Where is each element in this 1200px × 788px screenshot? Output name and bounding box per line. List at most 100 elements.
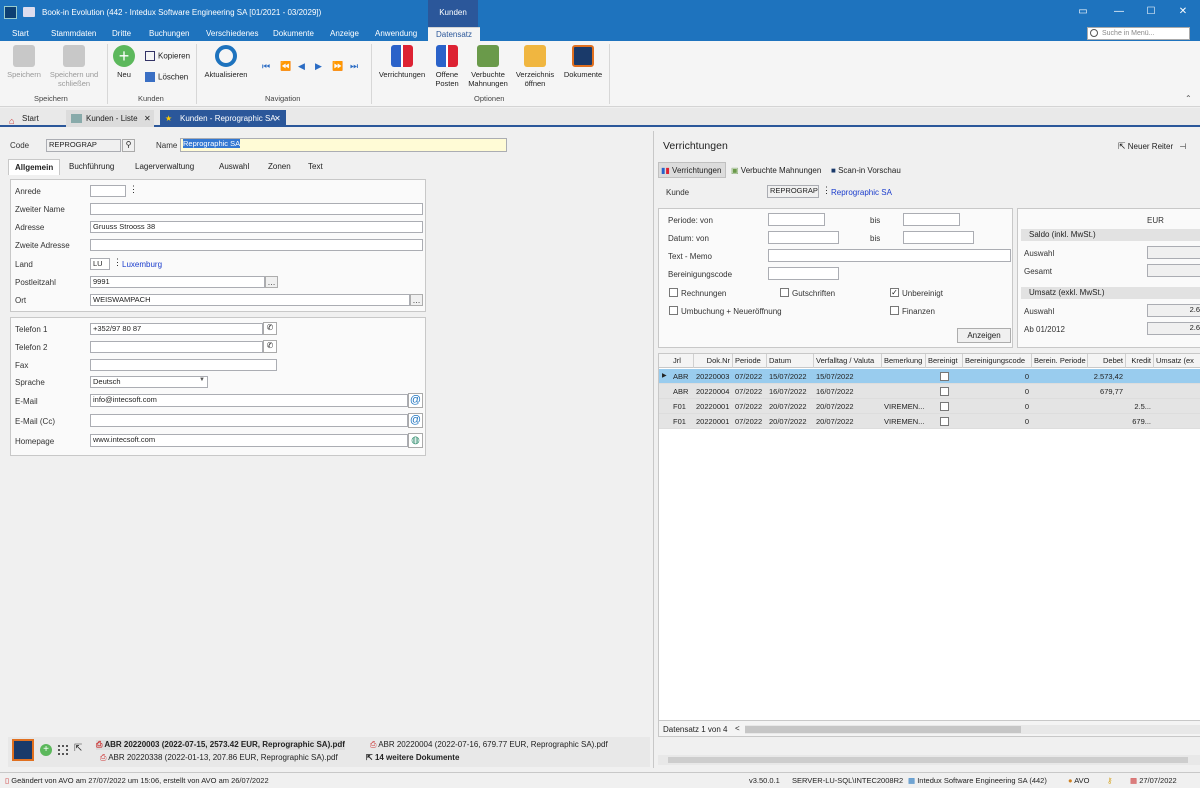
- tab-zonen[interactable]: Zonen: [268, 159, 291, 175]
- close-button[interactable]: ✕: [1176, 5, 1190, 19]
- email-icon[interactable]: @: [408, 393, 423, 408]
- prev-record-icon[interactable]: <: [735, 724, 740, 733]
- col-header-kredit[interactable]: Kredit: [1126, 354, 1154, 368]
- copy-button[interactable]: Kopieren: [145, 51, 190, 63]
- col-header-valuta[interactable]: Verfalltag / Valuta: [814, 354, 882, 368]
- restore-layout-icon[interactable]: ▭: [1076, 5, 1090, 19]
- phone-icon[interactable]: ✆: [263, 322, 277, 335]
- close-tab-icon[interactable]: ✕: [144, 110, 151, 127]
- sprache-select[interactable]: Deutsch: [90, 376, 208, 388]
- anrede-more-icon[interactable]: ⋮: [129, 184, 138, 195]
- new-tab-button[interactable]: ⇱ Neuer Reiter ⊣: [1118, 141, 1186, 152]
- print-icon[interactable]: [23, 7, 35, 17]
- umbuchung-checkbox[interactable]: [669, 306, 678, 315]
- scan-icon[interactable]: [12, 739, 34, 761]
- finanzen-checkbox[interactable]: [890, 306, 899, 315]
- gutschriften-checkbox[interactable]: [780, 288, 789, 297]
- doc-tab-customers-list[interactable]: Kunden - Liste ✕: [66, 110, 154, 127]
- open-folder-button[interactable]: Verzeichnis öffnen: [513, 45, 557, 88]
- kunde-code-field[interactable]: REPROGRAP: [767, 185, 819, 198]
- maximize-button[interactable]: ☐: [1144, 5, 1158, 19]
- emailcc-field[interactable]: [90, 414, 408, 427]
- col-header-debet[interactable]: Debet: [1088, 354, 1126, 368]
- code-field[interactable]: REPROGRAP: [46, 139, 121, 152]
- save-button[interactable]: Speichern: [6, 45, 42, 79]
- tab-start[interactable]: Start: [12, 27, 29, 41]
- transactions-button[interactable]: Verrichtungen: [377, 45, 427, 79]
- unbereinigt-checkbox[interactable]: ✓: [890, 288, 899, 297]
- date-label[interactable]: ▦ 27/07/2022: [1130, 776, 1177, 785]
- ort-lookup-button[interactable]: …: [410, 294, 423, 306]
- col-header-berein-periode[interactable]: Berein. Periode: [1032, 354, 1088, 368]
- tel2-field[interactable]: [90, 341, 263, 353]
- homepage-field[interactable]: www.intecsoft.com: [90, 434, 408, 447]
- refresh-button[interactable]: Aktualisieren: [203, 45, 249, 79]
- tel1-field[interactable]: +352/97 80 87: [90, 323, 263, 335]
- col-header-jrl[interactable]: Jrl: [671, 354, 694, 368]
- prev-page-icon[interactable]: ⏪: [280, 61, 291, 72]
- first-record-icon[interactable]: ⏮: [262, 61, 270, 72]
- datum-to-field[interactable]: [903, 231, 974, 244]
- attachment-item[interactable]: ⎙ ABR 20220004 (2022-07-16, 679.77 EUR, …: [370, 740, 608, 750]
- save-close-button[interactable]: Speichern und schließen: [46, 45, 102, 88]
- qr-icon[interactable]: [58, 745, 68, 755]
- rechnungen-checkbox[interactable]: [669, 288, 678, 297]
- fax-field[interactable]: [90, 359, 277, 371]
- tab-anzeige[interactable]: Anzeige: [330, 27, 359, 41]
- zweite-adresse-field[interactable]: [90, 239, 423, 251]
- bereinigt-checkbox[interactable]: [940, 402, 949, 411]
- table-row[interactable]: F01 20220001 07/2022 20/07/2022 20/07/20…: [659, 414, 1200, 429]
- tab-anwendung[interactable]: Anwendung: [375, 27, 417, 41]
- last-record-icon[interactable]: ⏭: [350, 61, 358, 72]
- col-header-umsatz[interactable]: Umsatz (ex: [1154, 354, 1200, 368]
- horizontal-scrollbar[interactable]: [745, 725, 1200, 734]
- next-record-icon[interactable]: ▶: [315, 61, 322, 72]
- tab-allgemein[interactable]: Allgemein: [8, 159, 61, 175]
- collapse-ribbon-icon[interactable]: ⌃: [1185, 94, 1192, 103]
- tab-dokumente[interactable]: Dokumente: [273, 27, 314, 41]
- app-icon[interactable]: [4, 6, 17, 19]
- email-icon[interactable]: @: [408, 413, 423, 428]
- table-row[interactable]: F01 20220001 07/2022 20/07/2022 20/07/20…: [659, 399, 1200, 414]
- periode-from-field[interactable]: [768, 213, 825, 226]
- doc-tab-start[interactable]: ⌂ Start: [6, 110, 39, 127]
- close-tab-icon[interactable]: ✕: [274, 110, 281, 127]
- user-label[interactable]: ● AVO: [1068, 776, 1090, 785]
- next-page-icon[interactable]: ⏩: [332, 61, 343, 72]
- plz-field[interactable]: 9991: [90, 276, 265, 288]
- sub-tab-scan-vorschau[interactable]: ■ Scan-in Vorschau: [831, 163, 901, 179]
- menu-search-input[interactable]: Suche in Menü...: [1087, 27, 1190, 40]
- tab-text[interactable]: Text: [308, 159, 323, 175]
- scrollbar-thumb[interactable]: [745, 726, 1021, 733]
- kunde-name-link[interactable]: Reprographic SA: [831, 188, 892, 197]
- land-more-icon[interactable]: ⋮: [113, 257, 122, 268]
- anrede-field[interactable]: [90, 185, 126, 197]
- tab-auswahl[interactable]: Auswahl: [219, 159, 249, 175]
- tab-datensatz[interactable]: Datensatz: [428, 27, 481, 41]
- show-button[interactable]: Anzeigen: [957, 328, 1011, 343]
- ort-field[interactable]: WEISWAMPACH: [90, 294, 410, 306]
- col-header-bereinigt[interactable]: Bereinigt: [926, 354, 963, 368]
- email-field[interactable]: info@intecsoft.com: [90, 394, 408, 407]
- phone-icon[interactable]: ✆: [263, 340, 277, 353]
- key-icon[interactable]: ⚷: [1107, 776, 1113, 785]
- col-header-doknr[interactable]: Dok.Nr: [694, 354, 733, 368]
- add-document-icon[interactable]: +: [40, 744, 52, 756]
- bereinigt-checkbox[interactable]: [940, 387, 949, 396]
- booked-reminders-button[interactable]: Verbuchte Mahnungen: [467, 45, 509, 88]
- kunde-more-icon[interactable]: ⋮: [822, 185, 831, 196]
- land-name-link[interactable]: Luxemburg: [122, 260, 162, 269]
- name-field[interactable]: Reprographic SA: [180, 138, 507, 152]
- edit-code-icon[interactable]: ⚲: [122, 139, 135, 152]
- text-memo-field[interactable]: [768, 249, 1011, 262]
- minimize-button[interactable]: —: [1112, 5, 1126, 19]
- tab-dritte[interactable]: Dritte: [112, 27, 131, 41]
- scrollbar-thumb[interactable]: [668, 757, 1188, 763]
- documents-button[interactable]: Dokumente: [561, 45, 605, 79]
- tab-buchungen[interactable]: Buchungen: [149, 27, 189, 41]
- tab-buchfuehrung[interactable]: Buchführung: [69, 159, 114, 175]
- doc-tab-customer-detail[interactable]: ★ Kunden - Reprographic SA ✕: [160, 110, 286, 127]
- bereinigung-field[interactable]: [768, 267, 839, 280]
- bereinigt-checkbox[interactable]: [940, 417, 949, 426]
- new-button[interactable]: + Neu: [112, 45, 136, 79]
